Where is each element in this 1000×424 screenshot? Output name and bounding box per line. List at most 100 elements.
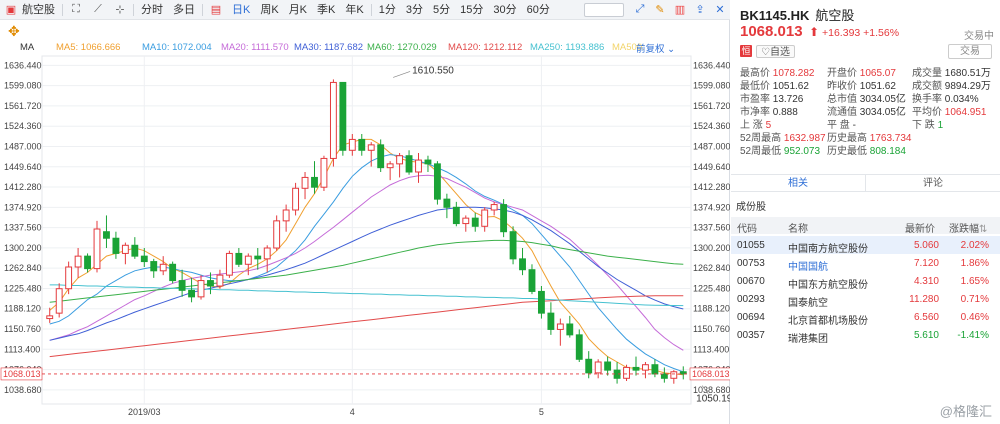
- quote-field-label: 平均价: [912, 107, 945, 118]
- candle-body: [254, 255, 262, 260]
- quote-field-label: 历史最高: [827, 133, 870, 144]
- quote-code: BK1145.HK: [740, 8, 810, 23]
- chevron-down-icon: ⌄: [667, 44, 676, 55]
- candle-body: [216, 274, 224, 287]
- table-row[interactable]: 00670 中国东方航空股份 4.310 1.65%: [731, 272, 1000, 291]
- adjust-label: 前复权: [636, 44, 665, 55]
- table-row[interactable]: 00357 瑞港集团 5.610 -1.41%: [731, 326, 1000, 345]
- y-tick-label: 1561.720: [693, 101, 730, 111]
- candle-body: [188, 289, 195, 298]
- y-tick-label: 1300.200: [693, 243, 730, 253]
- quote-change: +16.393 +1.56%: [822, 27, 900, 39]
- quote-field-value: 808.184: [869, 146, 906, 157]
- candle-body: [585, 358, 593, 374]
- candle-body: [292, 187, 300, 211]
- quote-field: 最低价 1051.62: [740, 80, 809, 93]
- candle-body: [386, 163, 394, 169]
- quote-field-label: 开盘价: [827, 68, 860, 79]
- cell-price: 5.060: [913, 240, 939, 251]
- candle-body: [424, 159, 432, 165]
- ma-legend-item: MA5: 1066.666: [56, 42, 121, 53]
- quote-field: 平 盘 -: [827, 119, 856, 132]
- col-name[interactable]: 名称: [788, 220, 808, 235]
- x-tick-label: 5: [539, 407, 544, 417]
- quote-title: BK1145.HK 航空股: [740, 5, 854, 24]
- candle-body: [225, 252, 233, 276]
- tab-comments[interactable]: 评论: [866, 175, 1000, 191]
- cell-name: 中国国航: [788, 262, 828, 273]
- crosshair-icon[interactable]: ✥: [8, 23, 28, 39]
- candle-body: [367, 144, 375, 151]
- quote-field-value: 1: [937, 120, 944, 131]
- y-tick-label: 1449.640: [693, 162, 730, 172]
- y-tick-label: 1636.440: [693, 60, 730, 70]
- quote-field-label: 成交量: [912, 68, 945, 79]
- candle-body: [282, 209, 290, 222]
- quote-field-label: 最高价: [740, 68, 773, 79]
- quote-field-label: 总市值: [827, 94, 860, 105]
- quote-field-label: 历史最低: [827, 146, 870, 157]
- candle-body: [121, 244, 129, 254]
- quote-price: 1068.013: [740, 23, 803, 40]
- col-price[interactable]: 最新价: [905, 220, 935, 235]
- col-pct[interactable]: 涨跌幅⇅: [949, 220, 987, 235]
- quote-field: 市净率 0.888: [740, 106, 798, 119]
- quote-field-value: 1051.62: [772, 81, 809, 92]
- candle-body: [103, 231, 110, 239]
- quote-field-value: 13.726: [772, 94, 804, 105]
- adjust-button[interactable]: 前复权 ⌄: [636, 41, 675, 55]
- cell-code: 00357: [737, 330, 765, 341]
- current-price-label: 1068.013: [692, 369, 730, 379]
- y-tick-label: 1524.360: [693, 121, 730, 131]
- ma-label: MA: [20, 42, 35, 53]
- cell-price: 11.280: [909, 294, 939, 305]
- quote-field-value: 3034.05亿: [859, 94, 906, 105]
- quote-field: 市盈率 13.726: [740, 93, 803, 106]
- tab-related[interactable]: 相关: [731, 175, 865, 191]
- y-tick-label: 1113.400: [4, 344, 40, 354]
- quote-field-label: 昨收价: [827, 81, 860, 92]
- candle-body: [556, 323, 564, 330]
- table-row[interactable]: 00694 北京首都机场股份 6.560 0.46%: [731, 308, 1000, 327]
- candle-body: [471, 217, 479, 227]
- watchlist-button[interactable]: ♡自选: [756, 45, 795, 58]
- candle-body: [547, 312, 555, 330]
- candle-body: [490, 204, 498, 211]
- sort-icon: ⇅: [979, 224, 988, 235]
- y-tick-label: 1374.920: [4, 202, 42, 212]
- cell-name: 国泰航空: [788, 298, 828, 309]
- quote-field-label: 52周最高: [740, 133, 784, 144]
- quote-field-label: 成交额: [912, 81, 945, 92]
- candle-body: [140, 255, 148, 263]
- quote-panel: BK1145.HK 航空股 1068.013 ⬆ +16.393 +1.56% 交…: [731, 0, 1000, 424]
- quote-field-label: 下 跌: [912, 120, 938, 131]
- quote-field-label: 上 涨: [740, 120, 766, 131]
- cell-code: 01055: [737, 240, 765, 251]
- y-tick-label: 1188.120: [693, 304, 730, 314]
- candle-body: [405, 155, 413, 173]
- y-tick-label: 1337.560: [4, 223, 42, 233]
- candle-body: [433, 163, 441, 200]
- y-tick-label: 1412.280: [693, 182, 730, 192]
- candle-body: [235, 252, 243, 265]
- trade-status: 交易中: [964, 31, 994, 42]
- y-tick-label: 1487.000: [693, 141, 730, 151]
- quote-field-value: 952.073: [783, 146, 821, 157]
- candle-body: [348, 138, 356, 151]
- trade-button[interactable]: 交易: [948, 44, 992, 59]
- col-code[interactable]: 代码: [737, 220, 757, 235]
- watermark: @格隆汇: [939, 404, 992, 419]
- table-row[interactable]: 01055 中国南方航空股份 5.060 2.02%: [731, 236, 1000, 255]
- table-row[interactable]: 00293 国泰航空 11.280 0.71%: [731, 290, 1000, 309]
- y-tick-label: 1188.120: [4, 304, 41, 314]
- kline-chart[interactable]: 1636.440 1636.440 1599.080 1599.080 1561.720…: [0, 0, 730, 424]
- cell-code: 00753: [737, 258, 765, 269]
- quote-field: 历史最高 1763.734: [827, 132, 912, 145]
- candle-body: [604, 361, 612, 371]
- candle-body: [623, 366, 630, 379]
- table-row[interactable]: 00753 中国国航 7.120 1.86%: [731, 254, 1000, 273]
- quote-field-label: 换手率: [912, 94, 945, 105]
- y-tick-label: 1262.840: [693, 263, 730, 273]
- y-tick-label: 1150.760: [4, 324, 41, 334]
- candle-body: [670, 371, 678, 379]
